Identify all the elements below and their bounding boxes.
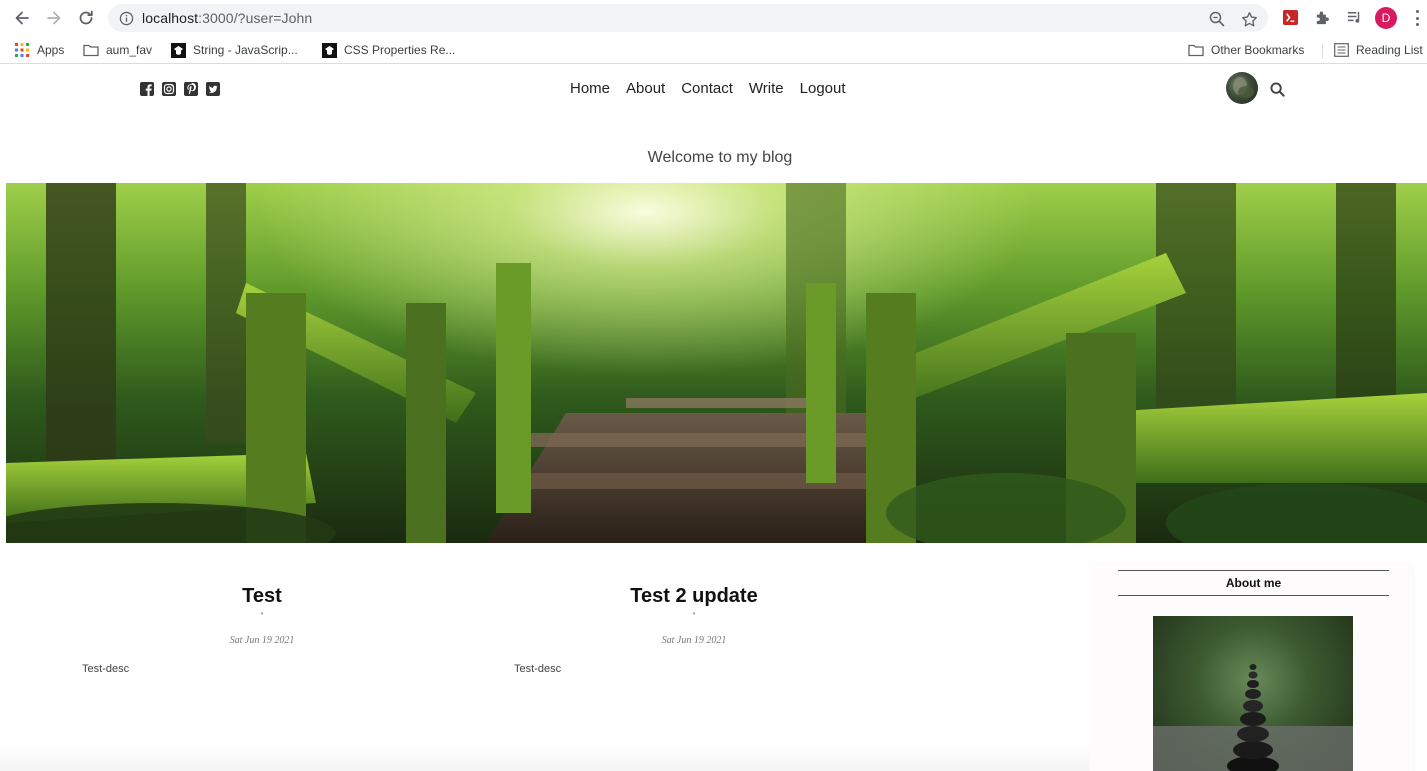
nav-contact[interactable]: Contact: [681, 80, 733, 97]
user-avatar[interactable]: [1226, 72, 1258, 104]
extensions-puzzle-icon[interactable]: [1313, 8, 1331, 26]
reading-list-label: Reading List: [1356, 43, 1423, 57]
bookmarks-bar: Apps aum_fav String - JavaScrip... CSS P…: [0, 36, 1427, 64]
header-image: [6, 183, 1427, 543]
reload-button[interactable]: [74, 6, 98, 30]
bookmark-label: String - JavaScrip...: [193, 43, 298, 57]
forward-button[interactable]: [42, 6, 66, 30]
back-arrow-icon: [15, 11, 29, 25]
post-title[interactable]: Test: [72, 585, 452, 608]
bookmark-apps[interactable]: Apps: [14, 41, 64, 59]
facebook-icon[interactable]: [140, 82, 154, 96]
post-desc: Test-desc: [82, 663, 130, 675]
bookmark-string-js[interactable]: String - JavaScrip...: [170, 41, 298, 59]
reading-list-icon: [1333, 42, 1349, 58]
twitter-icon[interactable]: [206, 82, 220, 96]
post-divider: •: [692, 609, 696, 618]
url-host: localhost: [142, 10, 199, 26]
header-title: Welcome to my blog: [647, 149, 793, 166]
profile-avatar[interactable]: D: [1375, 7, 1397, 29]
other-bookmarks[interactable]: Other Bookmarks: [1188, 41, 1304, 59]
bottom-shadow: [0, 741, 1090, 771]
nav-about[interactable]: About: [626, 80, 665, 97]
bookmark-aum-fav[interactable]: aum_fav: [83, 41, 152, 59]
browser-menu-icon[interactable]: [1410, 8, 1424, 28]
sidebar: About me: [1090, 562, 1415, 771]
media-control-icon[interactable]: [1345, 8, 1363, 26]
reading-list[interactable]: Reading List: [1333, 41, 1423, 59]
web-page: Home About Contact Write Logout Welcome …: [0, 69, 1427, 771]
bookmark-separator: [1322, 44, 1323, 58]
post-divider: •: [260, 609, 264, 618]
zoom-icon[interactable]: [1208, 10, 1226, 28]
bookmark-label: Apps: [37, 43, 65, 57]
post-date: Sat Jun 19 2021: [229, 635, 295, 646]
browser-toolbar: localhost:3000/?user=John D: [0, 0, 1427, 36]
sidebar-image: [1153, 616, 1353, 771]
url-text[interactable]: localhost:3000/?user=John: [142, 10, 312, 26]
search-icon[interactable]: [1269, 81, 1285, 97]
folder-icon: [83, 42, 99, 58]
site-topbar: Home About Contact Write Logout: [0, 69, 1427, 109]
reload-icon: [79, 10, 93, 25]
site-favicon-icon: [170, 42, 186, 58]
site-info-icon[interactable]: [118, 10, 134, 26]
social-links: [140, 82, 220, 96]
site-favicon-icon: [321, 42, 337, 58]
post-desc: Test-desc: [514, 663, 562, 675]
main-nav: Home About Contact Write Logout: [570, 80, 846, 97]
folder-icon: [1188, 42, 1204, 58]
post-title[interactable]: Test 2 update: [504, 585, 884, 608]
url-path: :3000/?user=John: [198, 10, 313, 26]
nav-logout[interactable]: Logout: [800, 80, 846, 97]
bookmark-star-icon[interactable]: [1240, 10, 1258, 28]
post-date: Sat Jun 19 2021: [661, 635, 727, 646]
apps-grid-icon: [14, 42, 30, 58]
bookmark-label: CSS Properties Re...: [344, 43, 456, 57]
instagram-icon[interactable]: [162, 82, 176, 96]
pinterest-icon[interactable]: [184, 82, 198, 96]
back-button[interactable]: [10, 6, 34, 30]
address-bar[interactable]: localhost:3000/?user=John: [108, 4, 1268, 32]
sidebar-title: About me: [1118, 570, 1389, 596]
bookmark-label: aum_fav: [106, 43, 153, 57]
nav-home[interactable]: Home: [570, 80, 610, 97]
nav-write[interactable]: Write: [749, 80, 784, 97]
other-bookmarks-label: Other Bookmarks: [1211, 43, 1305, 57]
bookmark-css-properties[interactable]: CSS Properties Re...: [321, 41, 455, 59]
forward-arrow-icon: [47, 11, 61, 25]
extension-red-icon[interactable]: [1281, 8, 1299, 26]
